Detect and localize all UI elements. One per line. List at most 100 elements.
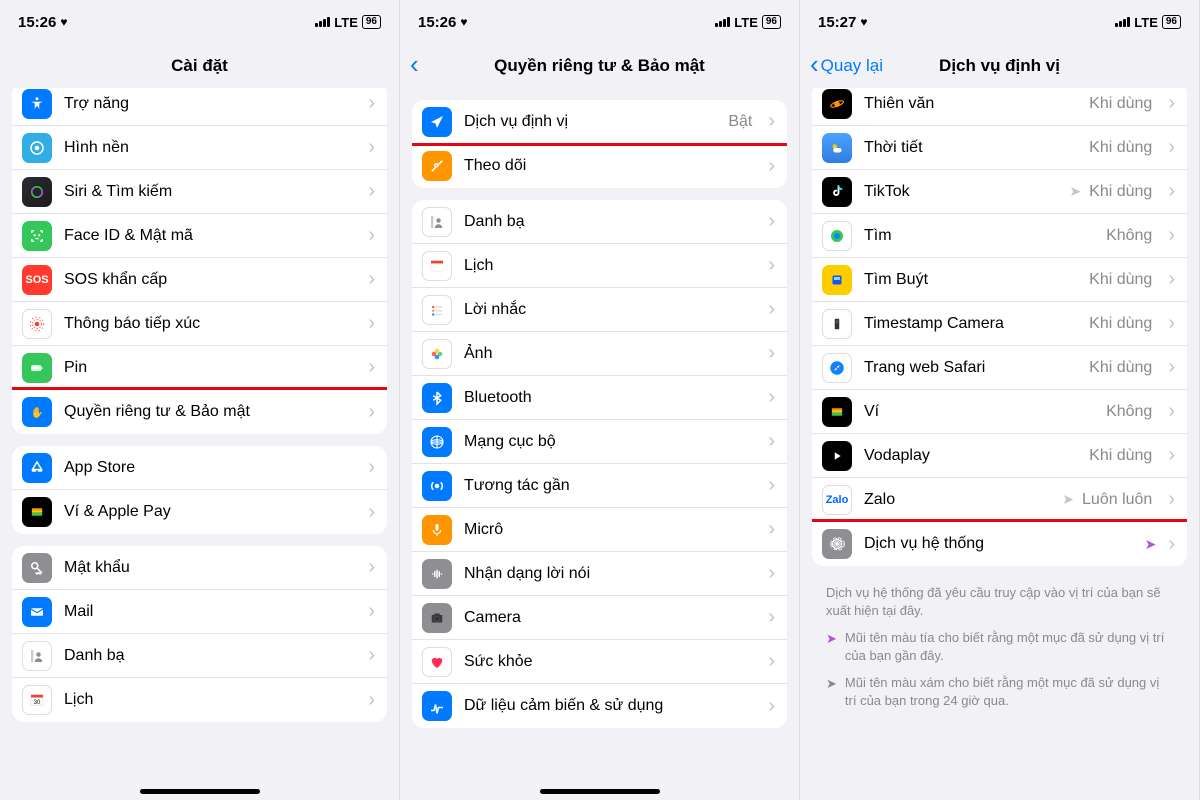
row-label: Bluetooth	[464, 389, 752, 407]
settings-group-general: Trợ năng › Hình nền › Siri & Tìm kiếm › …	[12, 88, 387, 434]
chevron-right-icon: ›	[1168, 224, 1175, 247]
row-app-weather[interactable]: Thời tiết Khi dùng ›	[812, 126, 1187, 170]
row-app-vodaplay[interactable]: Vodaplay Khi dùng ›	[812, 434, 1187, 478]
row-app-tiktok[interactable]: TikTok ➤ Khi dùng ›	[812, 170, 1187, 214]
row-nearby[interactable]: Tương tác gần ›	[412, 464, 787, 508]
row-wallet[interactable]: Ví & Apple Pay ›	[12, 490, 387, 534]
calendar-icon: 30	[22, 685, 52, 715]
row-accessibility[interactable]: Trợ năng ›	[12, 88, 387, 126]
status-time: 15:27	[818, 14, 856, 31]
row-privacy[interactable]: ✋ Quyền riêng tư & Bảo mật ›	[12, 390, 387, 434]
phone-settings: 15:26 ♥ LTE 96 Cài đặt Trợ năng › Hình n…	[0, 0, 400, 800]
chevron-right-icon: ›	[1168, 136, 1175, 159]
location-arrow-icon: ➤	[1069, 183, 1081, 200]
row-contacts[interactable]: Danh bạ ›	[12, 634, 387, 678]
chevron-right-icon: ›	[768, 695, 775, 718]
row-label: Vodaplay	[864, 447, 1077, 465]
battery-row-icon	[22, 353, 52, 383]
row-bluetooth[interactable]: Bluetooth ›	[412, 376, 787, 420]
location-arrow-icon: ➤	[1062, 491, 1074, 508]
row-detail: Khi dùng	[1089, 95, 1152, 113]
row-sensor-data[interactable]: Dữ liệu cảm biến & sử dụng ›	[412, 684, 787, 728]
row-mail[interactable]: Mail ›	[12, 590, 387, 634]
appstore-icon	[22, 453, 52, 483]
row-microphone[interactable]: Micrô ›	[412, 508, 787, 552]
privacy-icon: ✋	[22, 397, 52, 427]
row-label: Mật khẩu	[64, 559, 352, 577]
row-label: Micrô	[464, 521, 752, 539]
signal-icon	[315, 17, 330, 27]
row-label: Timestamp Camera	[864, 315, 1077, 333]
row-label: Tìm Buýt	[864, 271, 1077, 289]
row-photos[interactable]: Ảnh ›	[412, 332, 787, 376]
chevron-right-icon: ›	[368, 401, 375, 424]
row-app-wallet[interactable]: Ví Không ›	[812, 390, 1187, 434]
row-app-findmy[interactable]: Tìm Không ›	[812, 214, 1187, 258]
astronomy-icon	[822, 89, 852, 119]
chevron-right-icon: ›	[768, 342, 775, 365]
row-label: Thiên văn	[864, 95, 1077, 113]
row-sos[interactable]: SOS SOS khẩn cấp ›	[12, 258, 387, 302]
row-calendar[interactable]: 30 Lịch ›	[12, 678, 387, 722]
status-bar: 15:26 ♥ LTE 96	[0, 0, 399, 44]
row-label: TikTok	[864, 183, 1057, 201]
back-label: Quay lại	[821, 56, 883, 76]
chevron-right-icon: ›	[768, 254, 775, 277]
row-detail: Không	[1106, 403, 1152, 421]
row-label: Thời tiết	[864, 139, 1077, 157]
row-reminders[interactable]: Lời nhắc ›	[412, 288, 787, 332]
row-system-services[interactable]: Dịch vụ hệ thống ➤ ›	[812, 522, 1187, 566]
row-health[interactable]: Sức khỏe ›	[412, 640, 787, 684]
row-app-astronomy[interactable]: Thiên văn Khi dùng ›	[812, 88, 1187, 126]
chevron-right-icon: ›	[768, 430, 775, 453]
bus-icon	[822, 265, 852, 295]
row-app-busfinder[interactable]: Tìm Buýt Khi dùng ›	[812, 258, 1187, 302]
row-passwords[interactable]: Mật khẩu ›	[12, 546, 387, 590]
row-label: Thông báo tiếp xúc	[64, 315, 352, 333]
network-label: LTE	[334, 15, 358, 30]
row-location-services[interactable]: Dịch vụ định vị Bật ›	[412, 100, 787, 144]
row-label: Camera	[464, 609, 752, 627]
row-faceid[interactable]: Face ID & Mật mã ›	[12, 214, 387, 258]
page-title: Quyền riêng tư & Bảo mật	[494, 56, 705, 76]
row-calendar[interactable]: Lịch ›	[412, 244, 787, 288]
row-contacts[interactable]: Danh bạ ›	[412, 200, 787, 244]
chevron-right-icon: ›	[1168, 444, 1175, 467]
signal-icon	[1115, 17, 1130, 27]
row-tracking[interactable]: Theo dõi ›	[412, 144, 787, 188]
row-label: SOS khẩn cấp	[64, 271, 352, 289]
row-label: Tương tác gần	[464, 477, 752, 495]
status-bar: 15:26 ♥ LTE 96	[400, 0, 799, 44]
nav-header: ‹Quay lại Dịch vụ định vị	[800, 44, 1199, 88]
row-label: Tìm	[864, 227, 1094, 245]
network-label: LTE	[1134, 15, 1158, 30]
zalo-icon: Zalo	[822, 485, 852, 515]
row-label: Trang web Safari	[864, 359, 1077, 377]
row-app-timestamp[interactable]: Timestamp Camera Khi dùng ›	[812, 302, 1187, 346]
tracking-icon	[422, 151, 452, 181]
phone-privacy: 15:26 ♥ LTE 96 ‹ Quyền riêng tư & Bảo mậ…	[400, 0, 800, 800]
row-app-zalo[interactable]: Zalo Zalo ➤ Luôn luôn ›	[812, 478, 1187, 522]
row-appstore[interactable]: App Store ›	[12, 446, 387, 490]
row-app-safari[interactable]: Trang web Safari Khi dùng ›	[812, 346, 1187, 390]
faceid-icon	[22, 221, 52, 251]
row-label: Ví & Apple Pay	[64, 503, 352, 521]
home-indicator	[140, 789, 260, 794]
row-exposure[interactable]: Thông báo tiếp xúc ›	[12, 302, 387, 346]
row-siri[interactable]: Siri & Tìm kiếm ›	[12, 170, 387, 214]
row-label: Lịch	[64, 691, 352, 709]
contacts-icon	[22, 641, 52, 671]
row-label: Ảnh	[464, 345, 752, 363]
row-label: Trợ năng	[64, 95, 352, 113]
row-label: Dịch vụ định vị	[464, 113, 716, 131]
row-label: Nhận dạng lời nói	[464, 565, 752, 583]
chevron-right-icon: ›	[768, 155, 775, 178]
back-button[interactable]: ‹Quay lại	[810, 56, 883, 76]
row-battery[interactable]: Pin ›	[12, 346, 387, 390]
row-local-network[interactable]: Mạng cục bộ ›	[412, 420, 787, 464]
row-camera[interactable]: Camera ›	[412, 596, 787, 640]
sensor-icon	[422, 691, 452, 721]
row-wallpaper[interactable]: Hình nền ›	[12, 126, 387, 170]
safari-icon	[822, 353, 852, 383]
row-speech[interactable]: Nhận dạng lời nói ›	[412, 552, 787, 596]
